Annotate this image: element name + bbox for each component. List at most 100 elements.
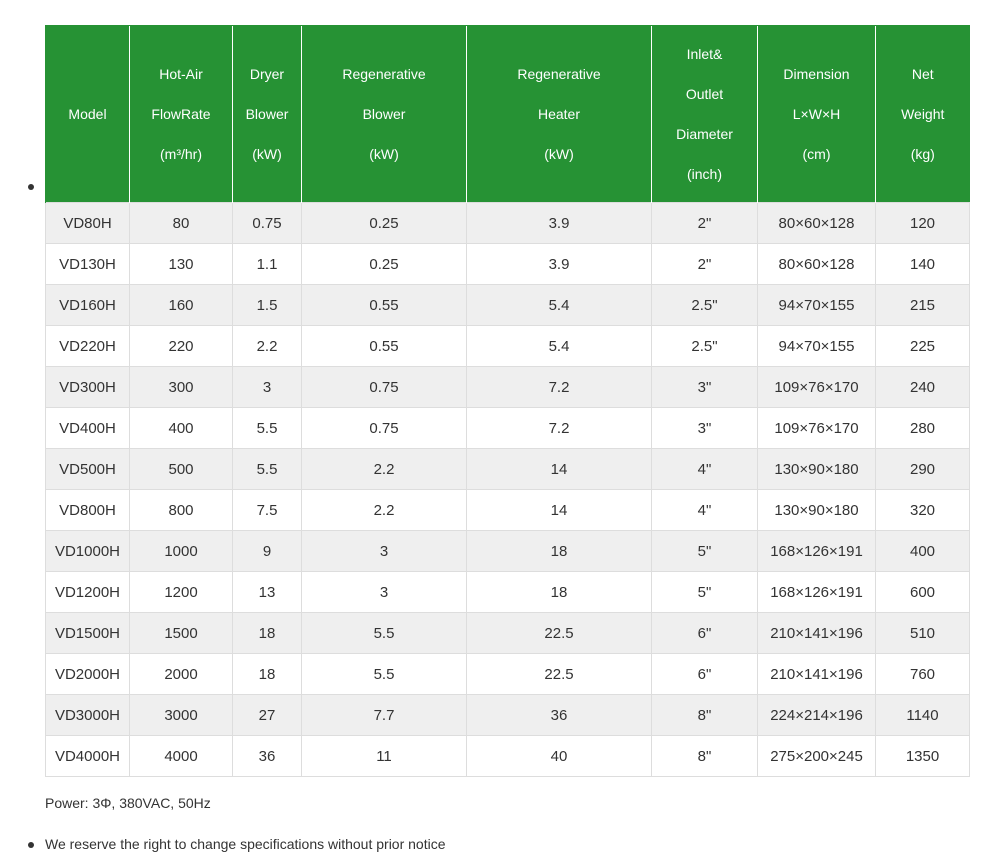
table-row: VD300H 300 3 0.75 7.2 3" 109×76×170 240 (45, 366, 970, 408)
column-header-line: Inlet& (686, 46, 723, 62)
table-cell: 215 (875, 284, 970, 326)
column-header-line: FlowRate (151, 106, 211, 122)
column-header-line: Hot-Air (159, 66, 203, 82)
table-row: VD1200H 1200 13 3 18 5" 168×126×191 600 (45, 571, 970, 613)
table-cell: 36 (466, 694, 652, 736)
table-cell: 3 (301, 571, 467, 613)
table-cell: 80×60×128 (757, 243, 876, 285)
column-header: Regenerative Blower (kW) (301, 25, 467, 203)
column-header-line: Dryer (249, 66, 285, 82)
column-header: Inlet& Outlet Diameter (inch) (651, 25, 758, 203)
table-cell: 500 (129, 448, 233, 490)
model-cell: VD1500H (45, 612, 130, 654)
table-cell: 1140 (875, 694, 970, 736)
column-header-line: Weight (901, 106, 945, 122)
table-cell: 5.5 (301, 653, 467, 695)
table-cell: 80×60×128 (757, 202, 876, 244)
table-cell: 11 (301, 735, 467, 777)
table-cell: 3.9 (466, 243, 652, 285)
table-cell: 210×141×196 (757, 612, 876, 654)
table-cell: 220 (129, 325, 233, 367)
list-item: We reserve the right to change specifica… (26, 836, 446, 852)
table-cell: 3" (651, 407, 758, 449)
table-cell: 6" (651, 653, 758, 695)
model-cell: VD220H (45, 325, 130, 367)
model-cell: VD500H (45, 448, 130, 490)
table-cell: 7.7 (301, 694, 467, 736)
column-header-line: Regenerative (517, 66, 601, 82)
table-cell: 80 (129, 202, 233, 244)
notice-list: We reserve the right to change specifica… (26, 836, 446, 852)
table-cell: 22.5 (466, 612, 652, 654)
table-cell: 3000 (129, 694, 233, 736)
model-cell: VD1000H (45, 530, 130, 572)
table-cell: 210×141×196 (757, 653, 876, 695)
table-cell: 2.5" (651, 325, 758, 367)
table-cell: 7.5 (232, 489, 302, 531)
table-cell: 760 (875, 653, 970, 695)
model-cell: VD160H (45, 284, 130, 326)
column-header-line: (inch) (686, 166, 722, 182)
table-row: VD500H 500 5.5 2.2 14 4" 130×90×180 290 (45, 448, 970, 490)
column-header-line: Blower (245, 106, 289, 122)
table-row: VD2000H 2000 18 5.5 22.5 6" 210×141×196 760 (45, 653, 970, 695)
table-cell: 5.4 (466, 325, 652, 367)
table-cell: 2.2 (301, 489, 467, 531)
table-cell: 0.75 (232, 202, 302, 244)
column-header-line: (kW) (369, 146, 399, 162)
table-cell: 400 (129, 407, 233, 449)
table-cell: 9 (232, 530, 302, 572)
table-cell: 2" (651, 243, 758, 285)
table-cell: 18 (466, 571, 652, 613)
table-cell: 109×76×170 (757, 366, 876, 408)
table-row: VD1000H 1000 9 3 18 5" 168×126×191 400 (45, 530, 970, 572)
column-header-line: Diameter (676, 126, 733, 142)
column-header-line: (kW) (544, 146, 574, 162)
table-cell: 168×126×191 (757, 571, 876, 613)
table-cell: 0.75 (301, 366, 467, 408)
table-cell: 5.4 (466, 284, 652, 326)
table-body: VD80H 80 0.75 0.25 3.9 2" 80×60×128 120 VD130H 13… (45, 202, 970, 777)
model-cell: VD300H (45, 366, 130, 408)
table-cell: 7.2 (466, 407, 652, 449)
column-header: Hot-Air FlowRate (m³/hr) (129, 25, 233, 203)
table-cell: 3 (232, 366, 302, 408)
spec-table: Model Hot-Air FlowRate (m³/hr) Dryer Blower (k… (45, 25, 970, 777)
column-header: Model (45, 25, 130, 203)
table-cell: 18 (232, 612, 302, 654)
table-cell: 130 (129, 243, 233, 285)
table-cell: 2.5" (651, 284, 758, 326)
table-cell: 275×200×245 (757, 735, 876, 777)
table-cell: 224×214×196 (757, 694, 876, 736)
table-cell: 5.5 (232, 448, 302, 490)
table-cell: 800 (129, 489, 233, 531)
table-cell: 94×70×155 (757, 325, 876, 367)
table-cell: 94×70×155 (757, 284, 876, 326)
model-cell: VD3000H (45, 694, 130, 736)
column-header-line: Blower (362, 106, 406, 122)
model-cell: VD130H (45, 243, 130, 285)
table-cell: 0.55 (301, 284, 467, 326)
column-header-line: Dimension (783, 66, 850, 82)
model-cell: VD80H (45, 202, 130, 244)
table-cell: 0.55 (301, 325, 467, 367)
table-cell: 300 (129, 366, 233, 408)
table-cell: 14 (466, 448, 652, 490)
table-cell: 5" (651, 571, 758, 613)
model-cell: VD2000H (45, 653, 130, 695)
table-cell: 1500 (129, 612, 233, 654)
table-cell: 2.2 (232, 325, 302, 367)
table-row: VD400H 400 5.5 0.75 7.2 3" 109×76×170 280 (45, 407, 970, 449)
column-header: Dryer Blower (kW) (232, 25, 302, 203)
table-cell: 2000 (129, 653, 233, 695)
table-cell: 140 (875, 243, 970, 285)
table-cell: 120 (875, 202, 970, 244)
table-cell: 510 (875, 612, 970, 654)
table-cell: 280 (875, 407, 970, 449)
table-cell: 1350 (875, 735, 970, 777)
table-row: VD220H 220 2.2 0.55 5.4 2.5" 94×70×155 225 (45, 325, 970, 367)
list-bullet (28, 842, 34, 848)
table-cell: 22.5 (466, 653, 652, 695)
table-cell: 168×126×191 (757, 530, 876, 572)
table-cell: 160 (129, 284, 233, 326)
